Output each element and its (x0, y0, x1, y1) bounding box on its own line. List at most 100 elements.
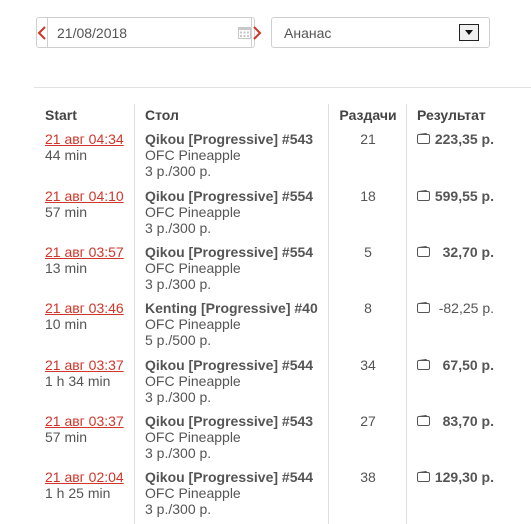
dropdown-button[interactable] (459, 24, 479, 41)
stakes: 3 р./300 р. (145, 389, 212, 405)
chevron-down-icon (465, 30, 473, 35)
table-name[interactable]: Qikou [Progressive] #543 (145, 413, 313, 429)
game-name: OFC Pineapple (145, 429, 241, 445)
duration: 57 min (45, 204, 88, 220)
result-cell: -82,25 р. (417, 300, 494, 316)
start-time-link[interactable]: 21 авг 03:46 (45, 300, 124, 316)
calendar-icon (238, 27, 251, 39)
prev-date-button[interactable] (37, 18, 48, 47)
table-row: 21 авг 04:10 57 min Qikou [Progressive] … (0, 188, 531, 244)
game-name: OFC Pineapple (145, 316, 241, 332)
duration: 44 min (45, 147, 88, 163)
start-cell: 21 авг 04:10 57 min (45, 188, 124, 220)
start-cell: 21 авг 04:34 44 min (45, 131, 124, 163)
game-name: OFC Pineapple (145, 373, 241, 389)
duration: 1 h 34 min (45, 373, 111, 389)
table-cell: Qikou [Progressive] #554 OFC Pineapple 3… (145, 188, 313, 236)
start-cell: 21 авг 03:37 57 min (45, 413, 124, 445)
game-name: OFC Pineapple (145, 147, 241, 163)
result-value: 32,70 р. (442, 244, 494, 260)
table-name[interactable]: Qikou [Progressive] #554 (145, 188, 313, 204)
hands-count: 34 (360, 357, 376, 373)
start-time-link[interactable]: 21 авг 02:04 (45, 469, 124, 485)
table-row: 21 авг 03:37 1 h 34 min Qikou [Progressi… (0, 357, 531, 413)
result-cell: 67,50 р. (417, 357, 494, 373)
duration: 13 min (45, 260, 88, 276)
wallet-icon (417, 302, 430, 313)
start-cell: 21 авг 03:46 10 min (45, 300, 124, 332)
table-row: 21 авг 03:37 57 min Qikou [Progressive] … (0, 413, 531, 469)
start-time-link[interactable]: 21 авг 03:37 (45, 357, 124, 373)
start-time-link[interactable]: 21 авг 04:10 (45, 188, 124, 204)
start-time-link[interactable]: 21 авг 04:34 (45, 131, 124, 147)
result-value: 223,35 р. (434, 131, 494, 147)
chevron-left-icon (37, 25, 46, 40)
select-value: Ананас (284, 24, 332, 41)
duration: 57 min (45, 429, 88, 445)
hands-count: 38 (360, 469, 376, 485)
result-value: 83,70 р. (442, 413, 494, 429)
game-name: OFC Pineapple (145, 204, 241, 220)
table-name[interactable]: Kenting [Progressive] #40 (145, 300, 318, 316)
date-picker (36, 17, 262, 48)
table-name[interactable]: Qikou [Progressive] #554 (145, 244, 313, 260)
wallet-icon (417, 246, 430, 257)
hands-count: 8 (364, 300, 372, 316)
stakes: 3 р./300 р. (145, 501, 212, 517)
start-time-link[interactable]: 21 авг 03:37 (45, 413, 124, 429)
stakes: 3 р./300 р. (145, 445, 212, 461)
hands-count: 27 (360, 413, 376, 429)
result-cell: 83,70 р. (417, 413, 494, 429)
game-type-select[interactable]: Ананас (271, 17, 490, 48)
wallet-icon (417, 190, 430, 201)
stakes: 5 р./500 р. (145, 332, 212, 348)
start-cell: 21 авг 02:04 1 h 25 min (45, 469, 124, 501)
duration: 1 h 25 min (45, 485, 111, 501)
header-hands[interactable]: Раздачи (329, 107, 407, 123)
wallet-icon (417, 471, 430, 482)
table-cell: Kenting [Progressive] #40 OFC Pineapple … (145, 300, 318, 348)
header-table[interactable]: Стол (145, 107, 179, 123)
table-row: 21 авг 02:04 1 h 25 min Qikou [Progressi… (0, 469, 531, 524)
table-name[interactable]: Qikou [Progressive] #544 (145, 469, 313, 485)
result-cell: 223,35 р. (417, 131, 494, 147)
table-name[interactable]: Qikou [Progressive] #543 (145, 131, 313, 147)
result-value: 129,30 р. (434, 469, 494, 485)
wallet-icon (417, 359, 430, 370)
table-cell: Qikou [Progressive] #544 OFC Pineapple 3… (145, 357, 313, 405)
game-name: OFC Pineapple (145, 485, 241, 501)
divider (34, 87, 531, 88)
stakes: 3 р./300 р. (145, 276, 212, 292)
hands-count: 21 (360, 131, 376, 147)
start-cell: 21 авг 03:57 13 min (45, 244, 124, 276)
stakes: 3 р./300 р. (145, 163, 212, 179)
chevron-right-icon (253, 25, 262, 40)
table-cell: Qikou [Progressive] #544 OFC Pineapple 3… (145, 469, 313, 517)
hands-count: 18 (360, 188, 376, 204)
header-result[interactable]: Результат (417, 107, 486, 123)
table-cell: Qikou [Progressive] #543 OFC Pineapple 3… (145, 131, 313, 179)
result-value: -82,25 р. (438, 300, 494, 316)
table-row: 21 авг 04:34 44 min Qikou [Progressive] … (0, 131, 531, 187)
result-value: 599,55 р. (434, 188, 494, 204)
next-date-button[interactable] (251, 18, 262, 47)
game-name: OFC Pineapple (145, 260, 241, 276)
stakes: 3 р./300 р. (145, 220, 212, 236)
table-row: 21 авг 03:57 13 min Qikou [Progressive] … (0, 244, 531, 300)
header-start[interactable]: Start (45, 107, 77, 123)
duration: 10 min (45, 316, 88, 332)
result-cell: 129,30 р. (417, 469, 494, 485)
start-cell: 21 авг 03:37 1 h 34 min (45, 357, 124, 389)
result-cell: 599,55 р. (417, 188, 494, 204)
calendar-button[interactable] (238, 18, 251, 47)
result-cell: 32,70 р. (417, 244, 494, 260)
table-cell: Qikou [Progressive] #554 OFC Pineapple 3… (145, 244, 313, 292)
table-row: 21 авг 03:46 10 min Kenting [Progressive… (0, 300, 531, 356)
table-cell: Qikou [Progressive] #543 OFC Pineapple 3… (145, 413, 313, 461)
date-input[interactable] (48, 18, 238, 47)
start-time-link[interactable]: 21 авг 03:57 (45, 244, 124, 260)
wallet-icon (417, 415, 430, 426)
table-name[interactable]: Qikou [Progressive] #544 (145, 357, 313, 373)
hands-count: 5 (364, 244, 372, 260)
result-value: 67,50 р. (442, 357, 494, 373)
